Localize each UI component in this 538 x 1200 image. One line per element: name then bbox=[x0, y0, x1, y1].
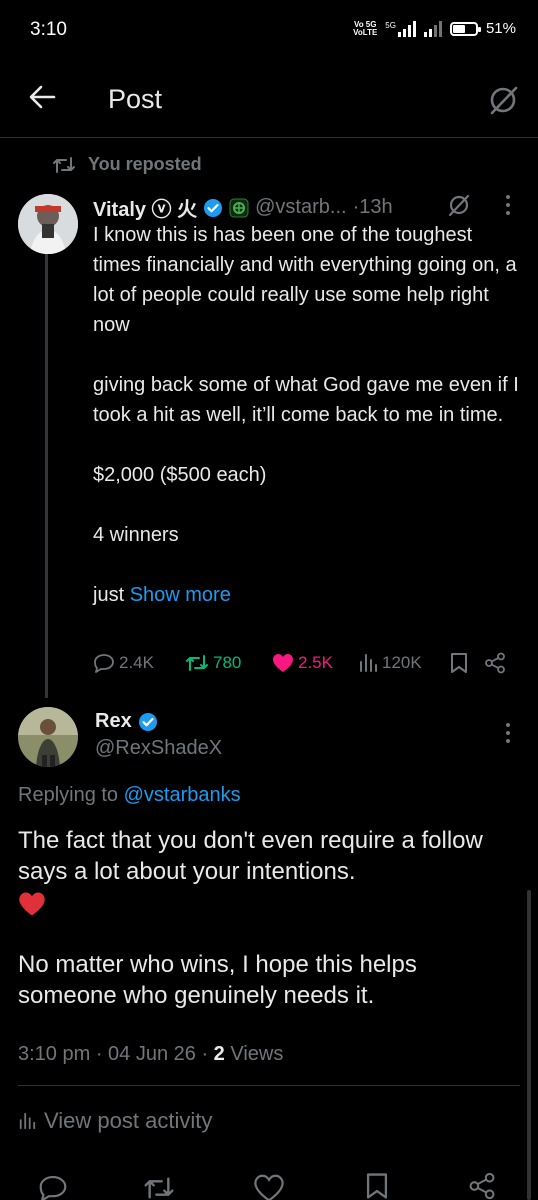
post-paragraph-truncated: just Show more bbox=[93, 584, 231, 606]
post-header: Vitaly ⓥ 火 @vstarb... ·13h bbox=[93, 193, 393, 222]
more-options-icon[interactable] bbox=[505, 194, 511, 216]
verified-badge-icon bbox=[138, 712, 158, 732]
grok-icon[interactable] bbox=[487, 84, 519, 116]
reply-text: The fact that you don't even require a f… bbox=[18, 825, 518, 1011]
battery-icon bbox=[449, 21, 481, 36]
analytics-icon bbox=[18, 1112, 36, 1130]
reply-action[interactable]: 2.4K bbox=[93, 653, 185, 673]
post-paragraph: $2,000 ($500 each) bbox=[93, 464, 267, 486]
heart-icon[interactable] bbox=[254, 1174, 284, 1200]
post-time: ·13h bbox=[352, 196, 393, 218]
scrollbar[interactable] bbox=[527, 890, 531, 1200]
reply-meta: 3:10 pm · 04 Jun 26 · 2 Views bbox=[18, 1043, 284, 1065]
post-actions: 2.4K 780 2.5K 120K bbox=[93, 652, 518, 674]
signal-icon: 5G bbox=[385, 20, 416, 37]
post-paragraph: 4 winners bbox=[93, 524, 179, 546]
repost-icon bbox=[185, 654, 209, 672]
reply-paragraph: The fact that you don't even require a f… bbox=[18, 827, 483, 885]
repost-icon bbox=[52, 156, 76, 174]
reply-header: Rex bbox=[95, 710, 158, 733]
views-action[interactable]: 120K bbox=[358, 653, 450, 673]
post-paragraph: I know this is has been one of the tough… bbox=[93, 224, 517, 336]
divider bbox=[18, 1085, 520, 1086]
thread-connector bbox=[45, 254, 48, 698]
verified-badge-icon bbox=[203, 198, 223, 218]
author-name[interactable]: Vitaly ⓥ 火 bbox=[93, 193, 197, 222]
views-count: 2 bbox=[213, 1043, 225, 1065]
share-icon[interactable] bbox=[468, 1172, 496, 1200]
views-icon bbox=[358, 654, 378, 672]
view-post-activity[interactable]: View post activity bbox=[18, 1108, 212, 1134]
author-handle[interactable]: @vstarb... bbox=[255, 196, 346, 219]
replying-to-handle[interactable]: @vstarbanks bbox=[124, 784, 241, 806]
reply-icon bbox=[93, 653, 115, 673]
reply-icon[interactable] bbox=[38, 1174, 68, 1200]
repost-action[interactable]: 780 bbox=[185, 653, 272, 673]
status-indicators: Vo 5G VoLTE 5G 51% bbox=[353, 20, 516, 37]
grok-icon[interactable] bbox=[447, 193, 471, 217]
reply-paragraph: No matter who wins, I hope this helps so… bbox=[18, 951, 417, 1009]
show-more-link[interactable]: Show more bbox=[130, 584, 231, 606]
replying-to: Replying to @vstarbanks bbox=[18, 784, 241, 806]
reply-author-handle[interactable]: @RexShadeX bbox=[95, 737, 222, 760]
repost-label: You reposted bbox=[88, 154, 202, 174]
repost-icon[interactable] bbox=[143, 1176, 175, 1200]
reply-author-name[interactable]: Rex bbox=[95, 710, 132, 733]
avatar-vitaly[interactable] bbox=[18, 194, 78, 254]
bookmark-icon[interactable] bbox=[365, 1172, 389, 1200]
volte-indicator: Vo 5G VoLTE bbox=[353, 19, 378, 37]
reply-action-bar bbox=[0, 1166, 538, 1200]
share-icon[interactable] bbox=[484, 652, 506, 674]
post-paragraph: giving back some of what God gave me eve… bbox=[93, 374, 519, 426]
more-options-icon[interactable] bbox=[505, 722, 511, 744]
page-title: Post bbox=[108, 84, 163, 114]
battery-percent: 51% bbox=[485, 20, 516, 37]
repost-indicator: You reposted bbox=[52, 154, 202, 175]
heart-filled-icon bbox=[272, 653, 294, 673]
header-divider bbox=[0, 137, 538, 138]
like-action[interactable]: 2.5K bbox=[272, 653, 358, 673]
affiliate-badge-icon bbox=[229, 198, 249, 218]
status-time: 3:10 bbox=[30, 19, 67, 40]
heart-emoji bbox=[18, 891, 518, 917]
post-text: I know this is has been one of the tough… bbox=[93, 220, 523, 610]
signal-2-icon bbox=[423, 20, 442, 37]
avatar-rex[interactable] bbox=[18, 707, 78, 767]
reply-timestamp: 3:10 pm · 04 Jun 26 · bbox=[18, 1043, 214, 1065]
back-arrow-icon[interactable] bbox=[28, 84, 56, 110]
bookmark-icon[interactable] bbox=[450, 652, 468, 674]
